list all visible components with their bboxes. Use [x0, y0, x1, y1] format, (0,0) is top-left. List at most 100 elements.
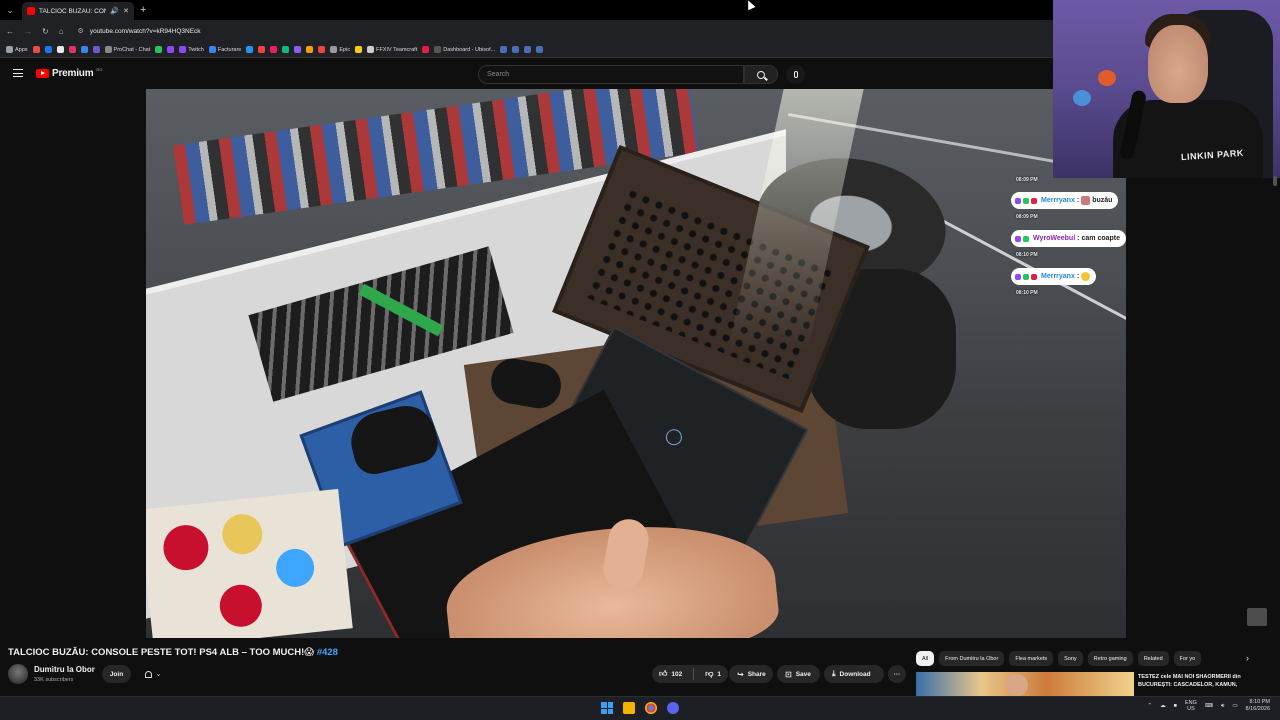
bookmark-item[interactable]: FFXIV Teamcraft — [367, 46, 417, 53]
youtube-header: Premium RO Search — [0, 58, 1053, 90]
bookmark-item[interactable] — [318, 46, 326, 53]
filter-chip[interactable]: Related — [1137, 651, 1169, 666]
more-actions-button[interactable]: ··· — [888, 665, 906, 683]
bookmark-label: Apps — [15, 46, 28, 53]
sub-badge-icon — [1031, 197, 1037, 204]
youtube-premium-logo[interactable]: Premium RO — [36, 67, 102, 79]
chat-timestamp: 08:09 PM — [1016, 177, 1038, 183]
like-button[interactable]: 👍︎ 102 — [652, 665, 689, 683]
bookmark-favicon-icon — [68, 46, 76, 53]
volume-icon[interactable]: 🔊︎ — [1221, 703, 1224, 710]
bookmark-favicon-icon — [6, 46, 13, 53]
bookmark-item[interactable]: ProChat - Chat — [104, 46, 150, 53]
bookmark-favicon-icon — [258, 46, 266, 53]
filter-chip[interactable]: For yo — [1173, 651, 1202, 666]
tray-app-icon[interactable]: ■ — [1174, 703, 1177, 709]
home-icon[interactable]: ⌂ — [59, 27, 64, 36]
taskbar-clock[interactable]: 8:10 PM 8/16/2026 — [1246, 699, 1270, 714]
download-button[interactable]: ⤓ Download — [824, 665, 884, 683]
vip-badge-icon — [1023, 235, 1029, 242]
bookmark-favicon-icon — [434, 46, 442, 53]
filter-chip[interactable]: Sony — [1058, 651, 1083, 666]
chrome-icon[interactable] — [645, 702, 657, 714]
chevron-right-icon[interactable]: › — [1246, 653, 1249, 663]
bookmark-item[interactable]: Dashboard - Ubisof... — [434, 46, 495, 53]
windows-start-icon[interactable] — [601, 702, 613, 714]
bookmark-item[interactable] — [32, 46, 40, 53]
bookmark-favicon-icon — [104, 46, 112, 53]
forward-icon[interactable]: → — [24, 27, 32, 36]
voice-search-button[interactable] — [786, 65, 805, 84]
chat-timestamp: 08:10 PM — [1016, 252, 1038, 258]
cloud-icon[interactable]: ☁ — [1160, 703, 1166, 709]
search-input[interactable]: Search — [478, 65, 744, 84]
join-button[interactable]: Join — [102, 665, 131, 683]
language-indicator[interactable]: ENG US — [1185, 700, 1197, 712]
share-button[interactable]: ↪ Share — [729, 665, 773, 683]
browser-tab-active[interactable]: TALCIOC BUZĂU: CONSOLE 🔊 ✕ — [22, 2, 134, 20]
bookmark-item[interactable] — [56, 46, 64, 53]
bookmark-item[interactable] — [258, 46, 266, 53]
network-icon[interactable]: ⌨ — [1205, 703, 1213, 709]
youtube-play-icon — [36, 69, 49, 78]
audio-playing-icon[interactable]: 🔊 — [110, 7, 119, 15]
bookmark-item[interactable] — [306, 46, 314, 53]
bookmark-item[interactable] — [355, 46, 363, 53]
video-player[interactable] — [146, 89, 1126, 638]
filter-chip[interactable]: From Dumitru la Obor — [939, 651, 1005, 666]
save-button[interactable]: ⊡ Save — [777, 665, 820, 683]
tab-close-icon[interactable]: ✕ — [123, 7, 129, 15]
file-explorer-icon[interactable] — [623, 702, 635, 714]
bookmark-item[interactable] — [68, 46, 76, 53]
recommended-video-title[interactable]: TESTEZ cele MAI NOI SHAORMERII din BUCUR… — [1138, 674, 1268, 690]
hashtag-link[interactable]: #428 — [317, 647, 338, 658]
filter-chip[interactable]: Retro gaming — [1087, 651, 1133, 666]
channel-watermark-icon[interactable] — [1247, 608, 1267, 626]
channel-name[interactable]: Dumitru la Obor — [34, 665, 95, 674]
battery-icon[interactable]: ▭ — [1232, 703, 1237, 709]
recommended-video-thumbnail[interactable] — [916, 672, 1134, 696]
bookmark-item[interactable] — [282, 46, 290, 53]
bookmark-item[interactable]: Facturare — [208, 46, 241, 53]
bookmark-favicon-icon — [512, 46, 520, 53]
address-bar[interactable]: ⚙ youtube.com/watch?v=kR94HQ3NEck — [78, 27, 201, 36]
back-icon[interactable]: ← — [6, 27, 14, 36]
bookmark-favicon-icon — [422, 46, 430, 53]
share-icon: ↪ — [737, 669, 744, 679]
bookmark-item[interactable] — [155, 46, 163, 53]
filter-chip[interactable]: Flea markets — [1009, 651, 1054, 666]
discord-icon[interactable] — [667, 702, 679, 714]
bookmark-item[interactable] — [294, 46, 302, 53]
thumbnail-face — [1006, 674, 1028, 696]
bookmark-item[interactable] — [512, 46, 520, 53]
channel-avatar[interactable] — [8, 664, 28, 684]
reload-icon[interactable]: ↻ — [42, 27, 49, 36]
bookmark-item[interactable] — [92, 46, 100, 53]
bookmark-item[interactable] — [80, 46, 88, 53]
bookmark-item[interactable]: Apps — [6, 46, 28, 53]
search-button[interactable] — [744, 65, 778, 84]
new-tab-button[interactable]: + — [140, 4, 146, 16]
bookmark-favicon-icon — [282, 46, 290, 53]
tray-chevron-up-icon[interactable]: ⌃ — [1148, 703, 1153, 709]
bookmark-item[interactable]: Twitch — [179, 46, 204, 53]
menu-icon[interactable] — [13, 69, 23, 77]
bookmark-item[interactable] — [500, 46, 508, 53]
tab-search-icon[interactable]: ⌄ — [0, 5, 20, 16]
dislike-button[interactable]: 👎︎ 1 — [698, 665, 728, 683]
notifications-button[interactable]: ⌄ — [137, 665, 169, 683]
bookmark-item[interactable] — [524, 46, 532, 53]
bookmark-favicon-icon — [355, 46, 363, 53]
bookmark-item[interactable] — [270, 46, 278, 53]
video-title-text: TALCIOC BUZĂU: CONSOLE PESTE TOT! PS4 AL… — [8, 647, 315, 658]
bookmark-item[interactable]: Epic — [330, 46, 350, 53]
page-scrollbar[interactable] — [1273, 176, 1277, 186]
site-info-icon[interactable]: ⚙ — [78, 27, 84, 35]
filter-chip[interactable]: All — [916, 651, 935, 666]
bookmark-item[interactable] — [246, 46, 254, 53]
bookmark-item[interactable] — [536, 46, 544, 53]
bookmark-item[interactable] — [44, 46, 52, 53]
bookmark-item[interactable] — [167, 46, 175, 53]
bookmark-item[interactable] — [422, 46, 430, 53]
video-title: TALCIOC BUZĂU: CONSOLE PESTE TOT! PS4 AL… — [8, 647, 338, 658]
